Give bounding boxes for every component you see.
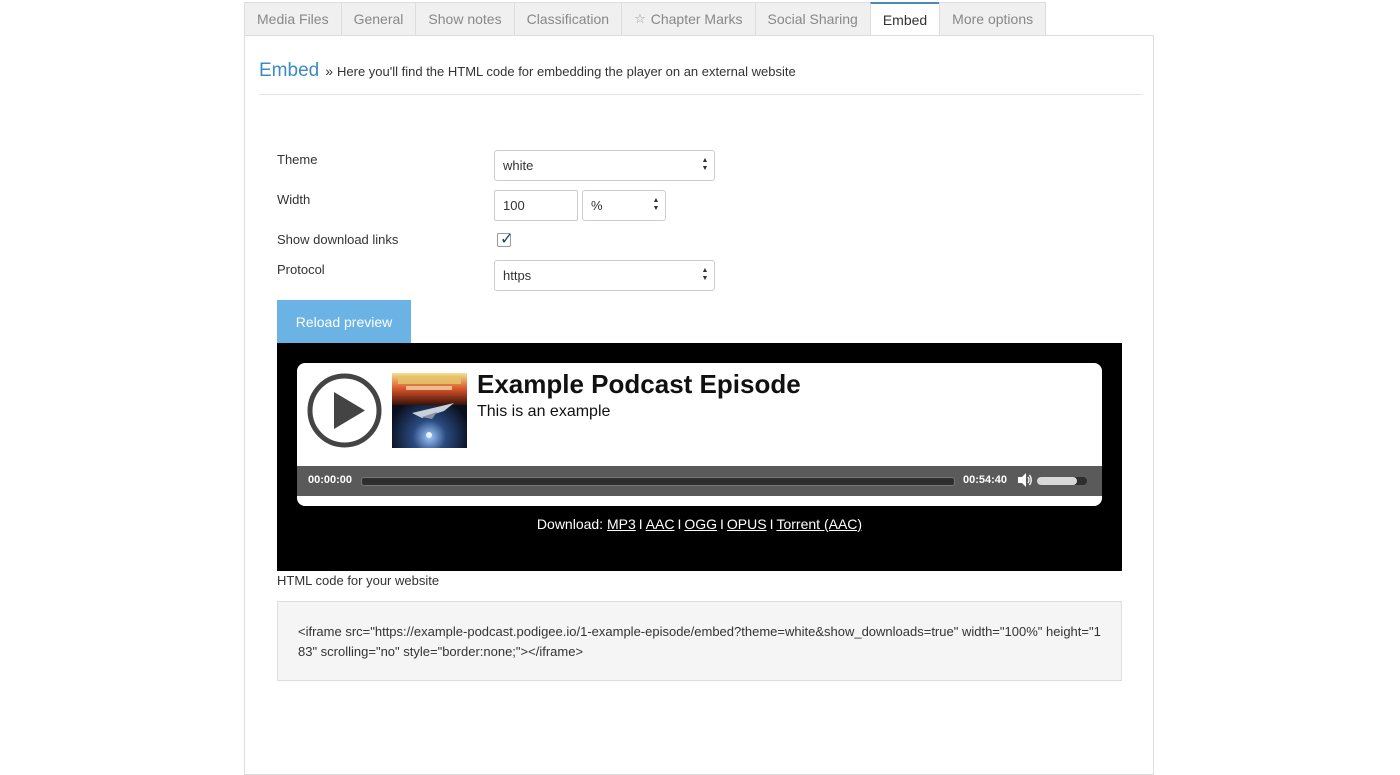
player-preview: Example Podcast Episode This is an examp… <box>277 343 1122 571</box>
protocol-label: Protocol <box>277 262 325 277</box>
tab-label: Media Files <box>257 11 329 27</box>
width-input[interactable]: 100 <box>494 190 578 221</box>
section-title: Embed <box>259 60 320 81</box>
download-separator: I <box>720 516 724 532</box>
duration: 00:54:40 <box>963 474 1008 486</box>
podcast-player: Example Podcast Episode This is an examp… <box>297 363 1102 506</box>
section-description: Here you'll find the HTML code for embed… <box>337 64 796 79</box>
select-arrows-icon: ▲ ▼ <box>701 267 709 282</box>
star-icon: ☆ <box>634 11 646 26</box>
reload-preview-button[interactable]: Reload preview <box>277 300 411 343</box>
episode-title: Example Podcast Episode <box>477 369 801 399</box>
tab-show-notes[interactable]: Show notes <box>415 2 514 36</box>
width-unit-value: % <box>591 198 603 213</box>
tab-classification[interactable]: Classification <box>513 2 622 36</box>
title-separator: » <box>325 63 333 79</box>
width-label: Width <box>277 192 311 207</box>
tab-general[interactable]: General <box>340 2 416 36</box>
show-downloads-label: Show download links <box>277 232 399 247</box>
width-unit-select[interactable]: % ▲ ▼ <box>582 190 666 221</box>
play-icon[interactable] <box>307 373 382 448</box>
tab-embed[interactable]: Embed <box>869 2 940 37</box>
download-separator: I <box>638 516 643 532</box>
volume-level <box>1037 477 1077 485</box>
width-value: 100 <box>503 198 525 213</box>
code-label: HTML code for your website <box>277 573 440 588</box>
download-separator: I <box>677 516 682 532</box>
download-opus-link[interactable]: OPUS <box>727 516 767 532</box>
volume-icon[interactable] <box>1017 472 1033 488</box>
download-separator: I <box>769 516 774 532</box>
protocol-select[interactable]: https ▲ ▼ <box>494 260 715 291</box>
player-controls: 00:00:00 00:54:40 <box>297 466 1102 496</box>
theme-label: Theme <box>277 152 318 167</box>
download-ogg-link[interactable]: OGG <box>684 516 717 532</box>
download-links: Download: MP3 I AAC I OGG I OPUS I Torrent (AAC) <box>277 516 1122 532</box>
tab-label: Show notes <box>428 11 502 27</box>
episode-subtitle: This is an example <box>477 403 611 420</box>
select-arrows-icon: ▲ ▼ <box>701 157 709 172</box>
tab-label: Classification <box>526 11 610 27</box>
tab-chapter-marks[interactable]: ☆ Chapter Marks <box>621 2 755 36</box>
tab-label: General <box>353 11 404 27</box>
download-aac-link[interactable]: AAC <box>646 516 675 532</box>
progress-bar[interactable] <box>361 477 955 486</box>
theme-select[interactable]: white ▲ ▼ <box>494 150 715 181</box>
tab-label: Social Sharing <box>767 11 858 27</box>
select-arrows-icon: ▲ ▼ <box>652 197 660 212</box>
volume-slider[interactable] <box>1037 477 1087 485</box>
checkmark-icon: ✓ <box>500 231 514 248</box>
section-header: Embed » Here you'll find the HTML code f… <box>259 60 1143 95</box>
show-downloads-checkbox[interactable]: ✓ <box>497 231 513 248</box>
tab-label: More options <box>952 11 1034 27</box>
protocol-value: https <box>503 268 532 283</box>
cover-art-image <box>392 373 467 448</box>
theme-value: white <box>503 158 534 173</box>
tab-more-options[interactable]: More options <box>939 2 1047 36</box>
tab-social-sharing[interactable]: Social Sharing <box>754 2 870 36</box>
download-prefix: Download: <box>536 516 604 532</box>
tab-label: Chapter Marks <box>650 11 743 27</box>
tab-media-files[interactable]: Media Files <box>244 2 341 36</box>
tab-bar: Media Files General Show notes Classific… <box>244 2 1047 37</box>
embed-code-box[interactable]: <iframe src="https://example-podcast.pod… <box>277 601 1122 681</box>
download-torrent-link[interactable]: Torrent (AAC) <box>776 516 862 532</box>
tab-label: Embed <box>882 12 928 28</box>
current-time: 00:00:00 <box>308 474 353 486</box>
download-mp3-link[interactable]: MP3 <box>607 516 636 532</box>
